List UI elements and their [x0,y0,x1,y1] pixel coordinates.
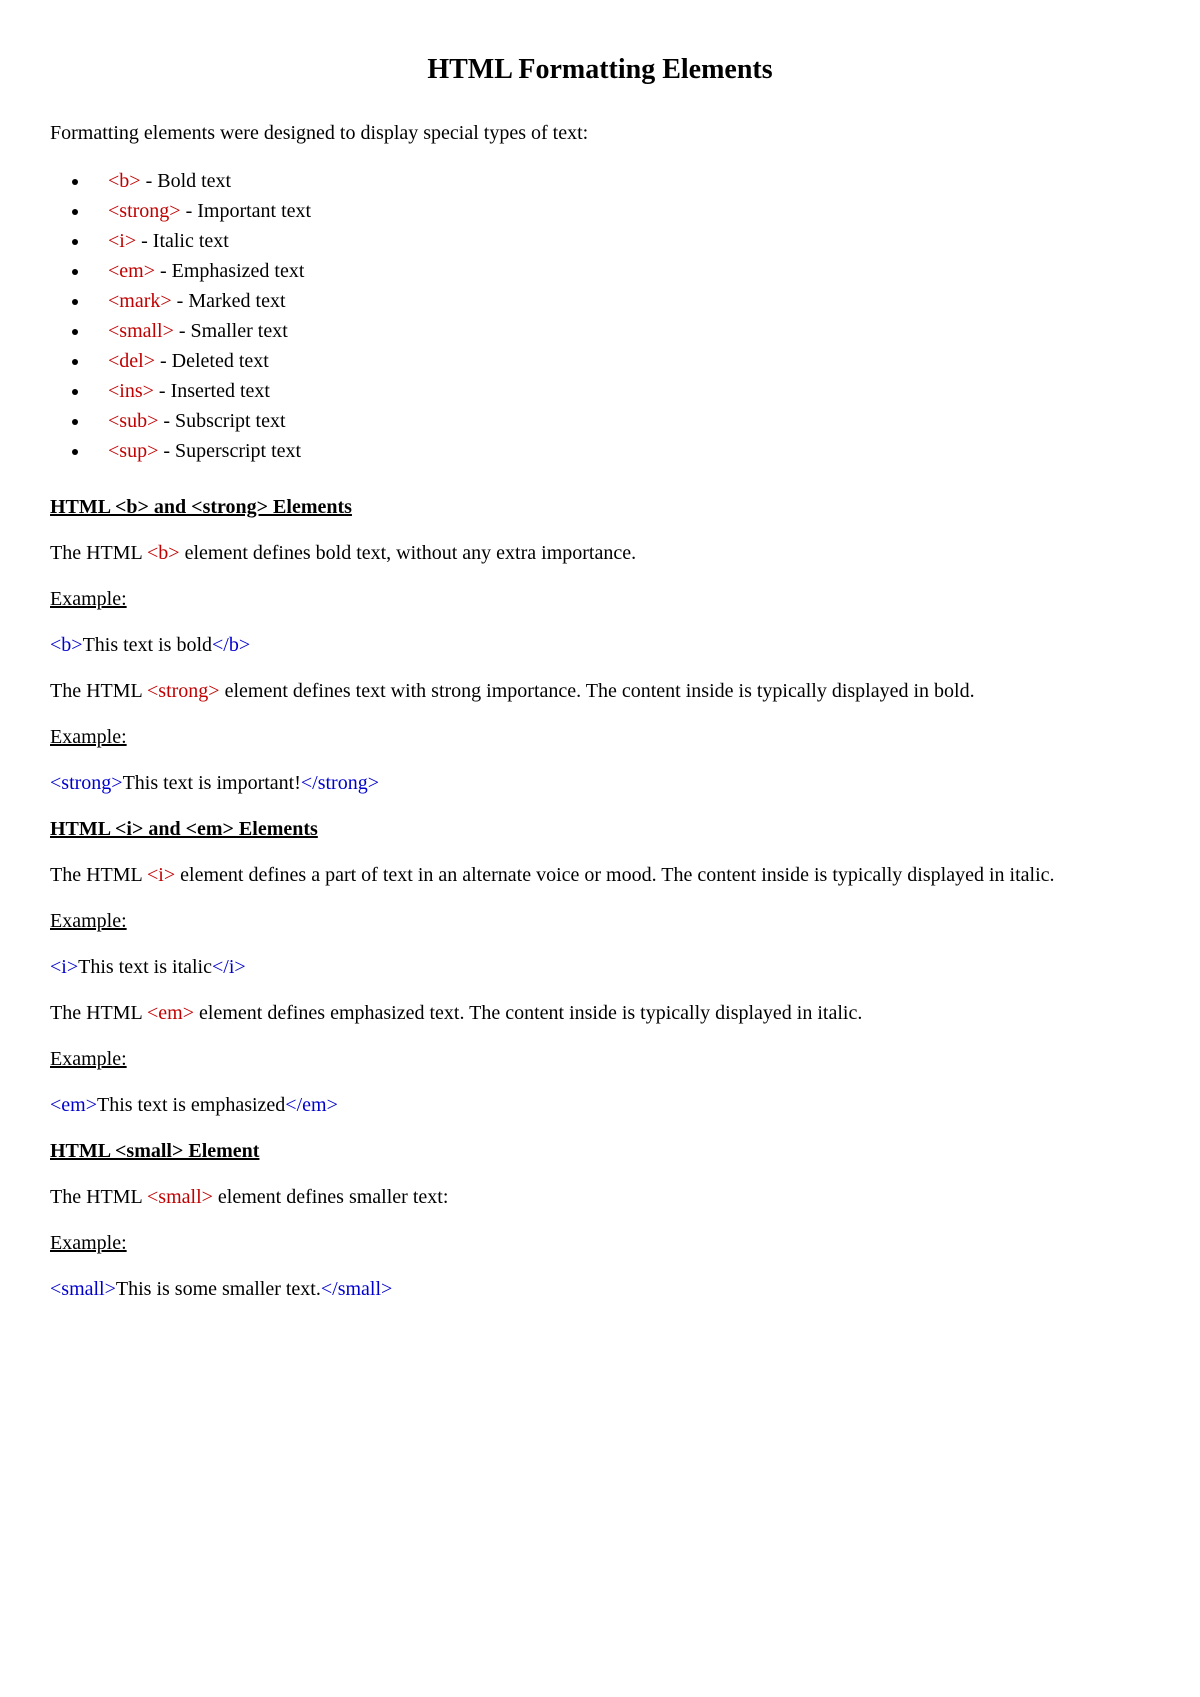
close-tag: </i> [212,956,246,978]
paragraph: The HTML <strong> element defines text w… [50,677,1150,705]
list-item: <ins> - Inserted text [90,377,1150,405]
tag-code: <small> [108,320,174,342]
section-heading-small: HTML <small> Element [50,1137,1150,1165]
code-example: <b>This text is bold</b> [50,631,1150,659]
code-example: <small>This is some smaller text.</small… [50,1275,1150,1303]
tag-desc: - Italic text [136,230,229,252]
tag-code: <b> [108,170,141,192]
code-text: This text is emphasized [97,1094,285,1116]
tag-desc: - Deleted text [155,350,269,372]
code-text: This text is important! [123,772,301,794]
list-item: <mark> - Marked text [90,287,1150,315]
tag-code: <strong> [108,200,181,222]
code-text: This is some smaller text. [116,1278,321,1300]
tag-code: <sup> [108,440,158,462]
code-example: <i>This text is italic</i> [50,953,1150,981]
paragraph: The HTML <em> element defines emphasized… [50,999,1150,1027]
close-tag: </small> [321,1278,392,1300]
section-heading-b-strong: HTML <b> and <strong> Elements [50,493,1150,521]
list-item: <em> - Emphasized text [90,257,1150,285]
paragraph: The HTML <b> element defines bold text, … [50,539,1150,567]
tag-desc: - Subscript text [158,410,285,432]
list-item: <i> - Italic text [90,227,1150,255]
example-label: Example: [50,1229,1150,1257]
inline-tag: <small> [147,1186,213,1208]
list-item: <strong> - Important text [90,197,1150,225]
tag-code: <em> [108,260,155,282]
inline-tag: <strong> [147,680,220,702]
list-item: <b> - Bold text [90,167,1150,195]
example-label: Example: [50,585,1150,613]
paragraph: The HTML <i> element defines a part of t… [50,861,1150,889]
example-label: Example: [50,907,1150,935]
list-item: <sub> - Subscript text [90,407,1150,435]
tag-desc: - Bold text [141,170,232,192]
paragraph: The HTML <small> element defines smaller… [50,1183,1150,1211]
example-label: Example: [50,1045,1150,1073]
inline-tag: <b> [147,542,180,564]
code-example: <em>This text is emphasized</em> [50,1091,1150,1119]
code-text: This text is italic [78,956,212,978]
close-tag: </em> [285,1094,338,1116]
list-item: <del> - Deleted text [90,347,1150,375]
inline-tag: <i> [147,864,175,886]
tag-code: <mark> [108,290,172,312]
tag-desc: - Superscript text [158,440,301,462]
open-tag: <strong> [50,772,123,794]
close-tag: </strong> [301,772,379,794]
close-tag: </b> [212,634,250,656]
tag-desc: - Emphasized text [155,260,304,282]
code-text: This text is bold [83,634,212,656]
page-title: HTML Formatting Elements [50,50,1150,89]
list-item: <sup> - Superscript text [90,437,1150,465]
list-item: <small> - Smaller text [90,317,1150,345]
tag-code: <ins> [108,380,154,402]
example-label: Example: [50,723,1150,751]
inline-tag: <em> [147,1002,194,1024]
section-heading-i-em: HTML <i> and <em> Elements [50,815,1150,843]
tag-desc: - Marked text [172,290,286,312]
intro-text: Formatting elements were designed to dis… [50,119,1150,147]
elements-list: <b> - Bold text <strong> - Important tex… [90,167,1150,465]
tag-code: <sub> [108,410,158,432]
open-tag: <i> [50,956,78,978]
tag-desc: - Inserted text [154,380,270,402]
open-tag: <small> [50,1278,116,1300]
tag-code: <del> [108,350,155,372]
open-tag: <em> [50,1094,97,1116]
tag-code: <i> [108,230,136,252]
tag-desc: - Smaller text [174,320,288,342]
code-example: <strong>This text is important!</strong> [50,769,1150,797]
tag-desc: - Important text [181,200,312,222]
open-tag: <b> [50,634,83,656]
